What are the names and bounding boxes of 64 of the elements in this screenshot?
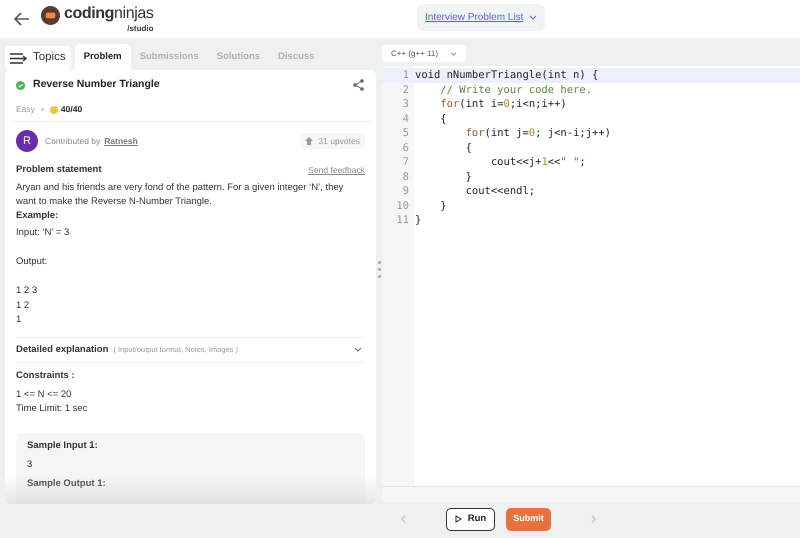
share-icon[interactable] xyxy=(353,79,364,91)
section-heading: Detailed explanation xyxy=(16,342,108,356)
example-text: Input: ‘N’ = 3 xyxy=(16,226,70,240)
chevron-down-icon[interactable] xyxy=(354,347,362,352)
line-number: 10 xyxy=(395,198,410,213)
code-line: cout<<j+1<<" "; xyxy=(490,155,587,170)
code-editor[interactable]: 1 2 3 4 5 6 7 8 9 10 11 void nNumberTriangle(int n) { // Write your code here. for(int i=0;i<n;i++) { for(int j=0; j<n-i;j++) { cout<<j+1<<" "; } cout<<endl; } } xyxy=(382,66,800,486)
line-number: 4 xyxy=(402,112,410,126)
line-number: 6 xyxy=(402,140,410,155)
code-line: for(int j=0; j<n-i;j++) xyxy=(464,126,612,140)
code-line: } xyxy=(414,213,422,228)
feedback-link[interactable]: Send feedback xyxy=(308,163,365,177)
example-text: 1 2 3 xyxy=(16,284,38,298)
topics-button[interactable]: Topics xyxy=(5,46,71,70)
example-text: 1 2 xyxy=(16,298,30,312)
score: 40/40 xyxy=(60,103,82,116)
sample-heading: Sample Output 1: xyxy=(27,476,107,490)
problem-title: Reverse Number Triangle xyxy=(33,77,160,92)
line-number: 11 xyxy=(395,213,410,228)
line-number: 2 xyxy=(402,82,410,97)
example-heading: Example: xyxy=(16,209,60,223)
tab[interactable]: Problem xyxy=(74,44,131,70)
brand-subtitle: /studio xyxy=(127,24,154,32)
sample-heading: Sample Input 1: xyxy=(27,438,99,452)
code-line: // Write your code here. xyxy=(439,82,594,97)
chevron-down-icon xyxy=(529,15,538,20)
line-number: 7 xyxy=(402,155,410,170)
code-line: { xyxy=(439,112,448,126)
example-text: 1 xyxy=(16,313,22,327)
section-heading: Constraints : xyxy=(16,368,76,382)
constraint-text: Time Limit: 1 sec xyxy=(16,402,88,416)
line-number: 1 xyxy=(382,68,414,82)
upvote-arrow-icon xyxy=(305,137,314,145)
constraint-text: 1 <= N <= 20 xyxy=(16,388,72,402)
author-avatar: R xyxy=(16,130,38,152)
code-line: for(int i=0;i<n;i++) xyxy=(439,97,568,112)
resize-handle-icon[interactable] xyxy=(378,261,381,278)
line-number: 5 xyxy=(402,126,410,140)
author-link[interactable]: Ratnesh xyxy=(104,134,138,148)
code-line: { xyxy=(464,140,473,155)
code-line: } xyxy=(464,170,473,184)
line-number: 8 xyxy=(402,170,410,184)
menu-icon xyxy=(10,52,27,64)
code-line: } xyxy=(439,198,448,213)
contributed-label: Contributed by xyxy=(45,134,100,148)
upvote-button[interactable]: 31 upvotes xyxy=(300,133,365,149)
logo-icon xyxy=(41,6,60,24)
submit-button[interactable]: Submit xyxy=(506,508,551,530)
play-icon xyxy=(454,515,462,523)
problem-list-dropdown[interactable]: Interview Problem List xyxy=(417,4,546,31)
example-text: Output: xyxy=(16,255,48,269)
difficulty-label: Easy xyxy=(16,103,35,116)
chevron-down-icon xyxy=(450,52,457,56)
line-number: 3 xyxy=(402,97,410,112)
statement-text: Aryan and his friends are very fond of the pattern. For a given integer ‘N’, they want to make the Reverse N-Number Triangle. xyxy=(16,181,344,209)
brand-name: codingninjas xyxy=(64,6,154,22)
language-dropdown[interactable]: C++ (g++ 11) xyxy=(382,45,466,62)
line-number: 9 xyxy=(402,184,410,198)
section-heading: Problem statement xyxy=(16,163,102,177)
sample-value: 3 xyxy=(27,458,34,472)
back-arrow-icon[interactable] xyxy=(14,12,30,26)
coin-icon xyxy=(50,106,58,114)
run-button[interactable]: Run xyxy=(446,508,495,530)
code-line: cout<<endl; xyxy=(464,184,536,198)
